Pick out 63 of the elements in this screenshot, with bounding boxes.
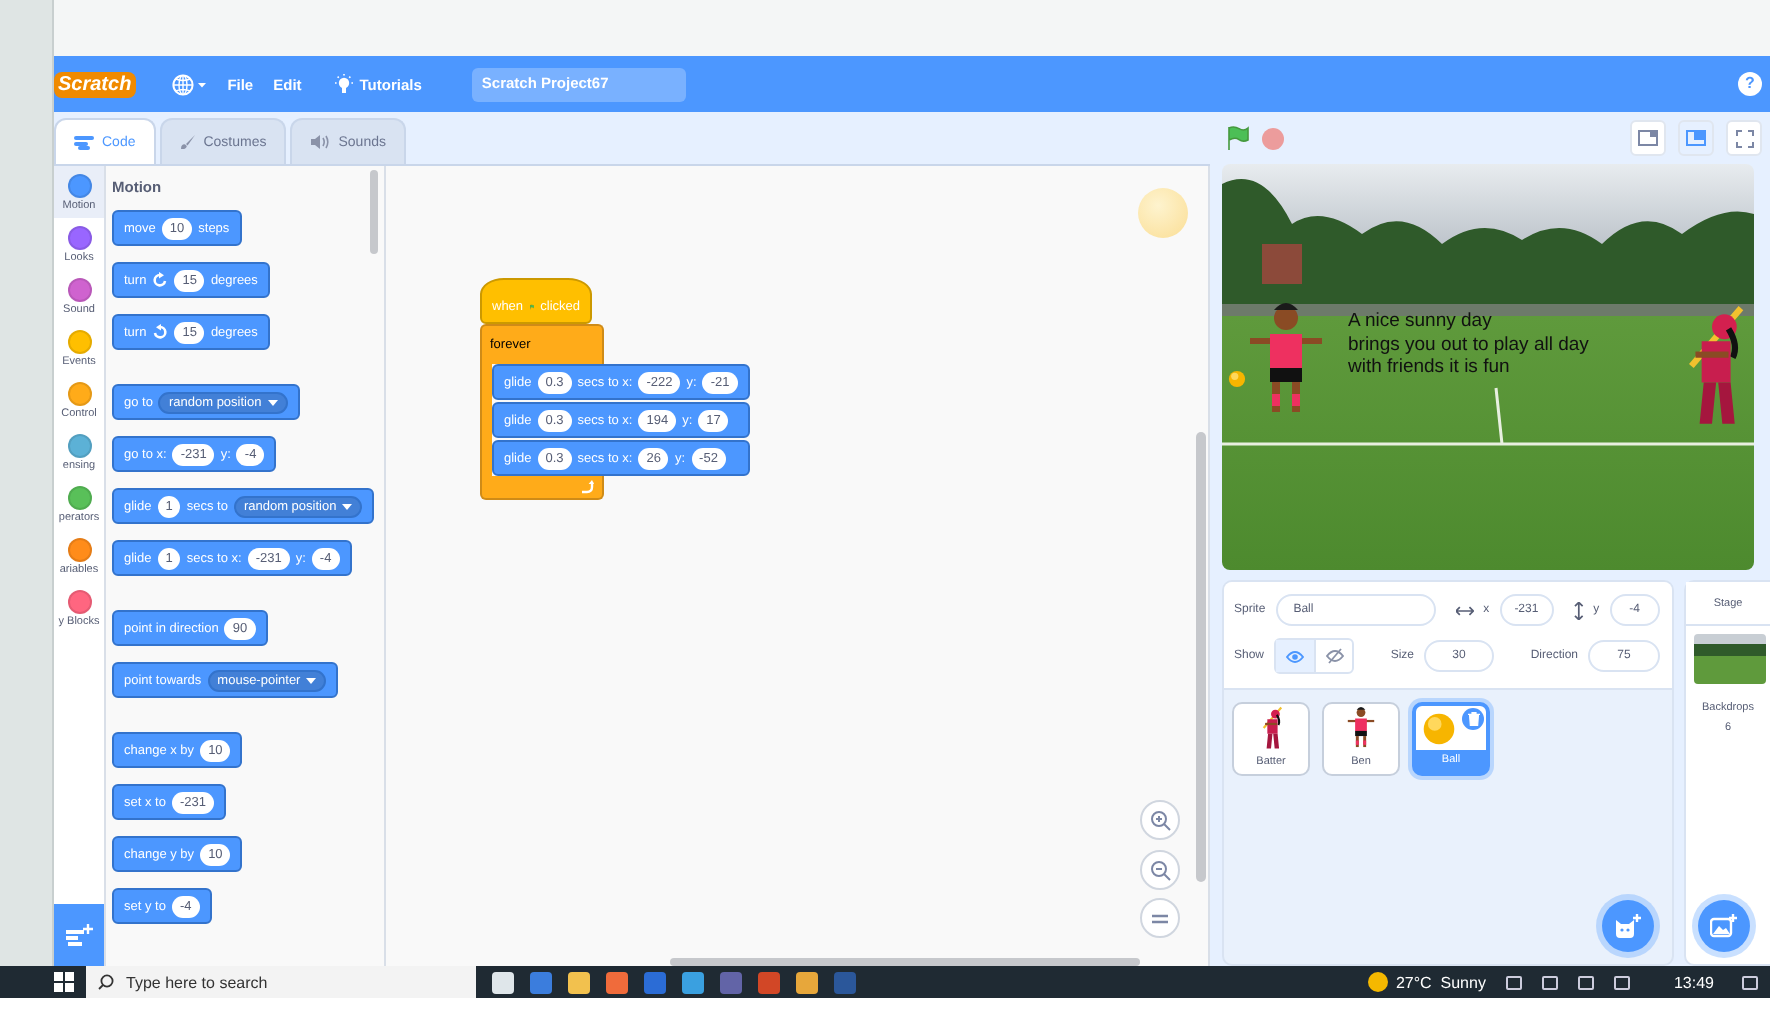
zoom-in-icon [1149,809,1171,831]
fullscreen-button[interactable] [1726,120,1762,156]
player-drawing [1346,706,1376,750]
caret-icon [267,399,278,405]
code-icon [74,135,94,149]
search-field[interactable]: Type here to search [86,966,476,998]
small-stage-button[interactable] [1630,120,1666,156]
ball-drawing [1228,370,1246,388]
rotate-right-icon [152,272,169,288]
hidden-eye-icon [1325,648,1344,664]
caret-icon [306,677,317,683]
tray-icon[interactable] [1541,975,1558,989]
lightbulb-icon [333,73,354,95]
brush-icon [179,134,196,150]
taskbar-app-icon[interactable] [568,971,590,993]
caret-icon [342,503,353,509]
image-plus-icon [1710,914,1738,938]
search-placeholder: Type here to search [126,973,268,991]
cat-plus-icon [1614,913,1642,939]
zoom-out-icon [1149,859,1171,881]
reset-zoom-button[interactable] [1140,898,1180,938]
layout-icon [1638,130,1658,146]
horizontal-arrow-icon [1455,605,1474,615]
backdrop-thumbnail[interactable] [1694,634,1766,684]
ball-drawing [1422,711,1456,745]
sun-icon [1367,972,1388,992]
zoom-out-button[interactable] [1140,850,1180,890]
taskbar-app-icon[interactable] [492,971,514,993]
add-backdrop-button[interactable] [1698,900,1750,952]
notification-icon[interactable] [1742,975,1758,989]
taskbar-app-icon[interactable] [606,971,628,993]
zoom-in-button[interactable] [1140,800,1180,840]
stage-text: A nice sunny day brings you out to play all day with friends it is fun [1348,310,1589,379]
sprite-watermark [1138,188,1188,238]
eye-icon [1286,649,1305,663]
vertical-arrow-icon [1573,601,1584,619]
layout-icon [1686,130,1706,146]
fullscreen-icon [1735,129,1753,147]
scrollbar[interactable] [370,170,378,254]
trash-icon [1467,712,1479,726]
tray-icon[interactable] [1505,975,1522,989]
weather-text: 27°C Sunny [1395,973,1486,991]
loop-arrow-icon [580,480,594,494]
rotate-left-icon [152,324,169,340]
show-button[interactable] [1276,640,1315,672]
add-sprite-button[interactable] [1602,900,1654,952]
scrollbar[interactable] [1196,432,1206,882]
taskbar-app-icon[interactable] [682,971,704,993]
scrollbar[interactable] [670,958,1140,966]
tray-icon[interactable] [1613,975,1630,989]
flag-button[interactable] [1226,126,1250,150]
delete-button[interactable] [1462,708,1484,730]
large-stage-button[interactable] [1678,120,1714,156]
speaker-icon [310,134,331,150]
stop-button[interactable] [1262,127,1284,149]
windows-start-icon[interactable] [54,972,74,992]
tray-icon[interactable] [1577,975,1594,989]
equals-icon [1152,913,1168,923]
extension-icon [66,923,94,947]
language-menu-icon[interactable] [171,73,208,95]
search-icon [98,974,114,990]
clock: 13:49 [1673,973,1714,991]
taskbar-app-icon[interactable] [796,971,818,993]
